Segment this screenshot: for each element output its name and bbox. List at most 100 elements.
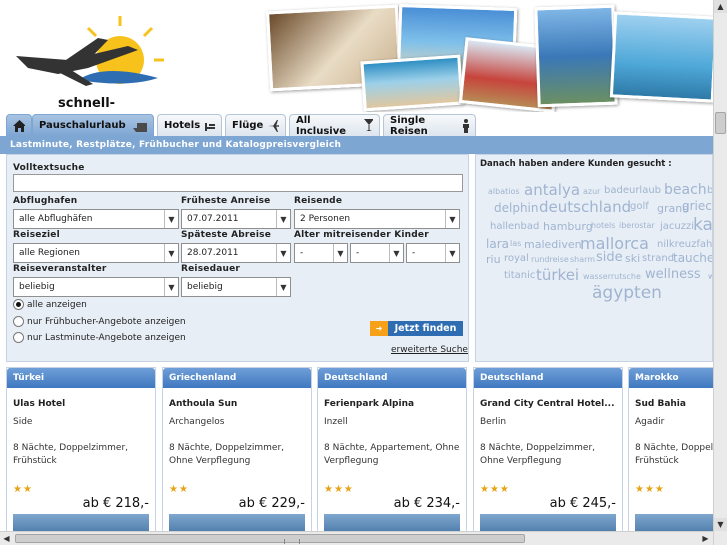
offer-price[interactable]: ab € 245,- bbox=[550, 496, 616, 511]
horizontal-scrollbar[interactable]: ◀ ▶ bbox=[0, 531, 713, 545]
child-age-select-1[interactable]: - ▼ bbox=[294, 243, 348, 263]
offer-hotel-name[interactable]: Ulas Hotel bbox=[13, 399, 65, 409]
offer-price[interactable]: ab € 234,- bbox=[394, 496, 460, 511]
offer-body: Anthoula Sun Archangelos 8 Nächte, Doppelz… bbox=[163, 388, 311, 545]
earliest-date-select[interactable]: 07.07.2011 ▼ bbox=[181, 209, 291, 229]
offer-card[interactable]: Marokko Sud Bahia Agadir 8 Nächte, Doppelzi… bbox=[628, 367, 713, 545]
logo-text: schnell-weg.de bbox=[58, 96, 116, 112]
offer-region[interactable]: Türkei bbox=[7, 368, 155, 388]
offer-hotel-name[interactable]: Grand City Central Hotel... bbox=[480, 399, 615, 409]
tag-link[interactable]: deutschland bbox=[539, 198, 631, 216]
offer-body: Ferienpark Alpina Inzell 8 Nächte, Apparte… bbox=[318, 388, 466, 545]
vertical-scrollbar[interactable]: ▲ ▼ bbox=[713, 0, 727, 545]
offer-hotel-name[interactable]: Sud Bahia bbox=[635, 399, 686, 409]
offer-card[interactable]: Türkei Ulas Hotel Side 8 Nächte, Doppelzimm… bbox=[6, 367, 156, 545]
tag-link[interactable]: strand bbox=[642, 253, 674, 264]
children-label: Alter mitreisender Kinder bbox=[294, 230, 429, 240]
tag-link[interactable]: tauche bbox=[673, 251, 712, 265]
offer-price[interactable]: ab € 218,- bbox=[83, 496, 149, 511]
offer-hotel-name[interactable]: Anthoula Sun bbox=[169, 399, 237, 409]
tag-link[interactable]: side bbox=[596, 250, 623, 265]
tab-all-inclusive[interactable]: All Inclusive bbox=[289, 114, 380, 137]
radio-early-booking[interactable]: nur Frühbucher-Angebote anzeigen bbox=[13, 316, 186, 327]
star-rating-icon: ★★★ bbox=[324, 484, 354, 495]
tag-link[interactable]: riu bbox=[486, 253, 501, 266]
scroll-right-icon[interactable]: ▶ bbox=[699, 532, 712, 545]
departure-select[interactable]: alle Abflughäfen ▼ bbox=[13, 209, 179, 229]
radio-button[interactable] bbox=[13, 299, 24, 310]
offer-price[interactable]: ab € 229,- bbox=[239, 496, 305, 511]
tag-link[interactable]: beach bbox=[664, 182, 707, 198]
search-submit-button[interactable]: ➜ Jetzt finden bbox=[370, 321, 463, 336]
offer-city: Side bbox=[13, 417, 33, 427]
tag-link[interactable]: golf bbox=[630, 201, 649, 212]
travelers-select[interactable]: 2 Personen ▼ bbox=[294, 209, 460, 229]
tag-link[interactable]: hallenbad bbox=[490, 221, 539, 232]
scroll-left-icon[interactable]: ◀ bbox=[0, 532, 13, 545]
offer-card[interactable]: Deutschland Ferienpark Alpina Inzell 8 Näch… bbox=[317, 367, 467, 545]
tab-fluege[interactable]: Flüge bbox=[225, 114, 286, 136]
tag-link[interactable]: albatios bbox=[488, 187, 520, 196]
tag-link[interactable]: lara bbox=[486, 237, 509, 251]
tag-link[interactable]: azur bbox=[583, 187, 600, 196]
child-age-select-2[interactable]: - ▼ bbox=[350, 243, 404, 263]
tag-link[interactable]: royal bbox=[504, 253, 529, 264]
tag-link[interactable]: antalya bbox=[524, 181, 580, 199]
offer-region[interactable]: Griechenland bbox=[163, 368, 311, 388]
tab-home[interactable] bbox=[6, 114, 32, 136]
tag-link[interactable]: nilkreuzfah bbox=[657, 239, 712, 250]
latest-date-select[interactable]: 28.07.2011 ▼ bbox=[181, 243, 291, 263]
tag-link[interactable]: türkei bbox=[536, 266, 579, 284]
tag-link[interactable]: griec bbox=[682, 199, 712, 213]
tag-link[interactable]: iberostar bbox=[619, 221, 655, 230]
radio-last-minute[interactable]: nur Lastminute-Angebote anzeigen bbox=[13, 332, 186, 343]
arrow-right-icon: ➜ bbox=[370, 321, 388, 336]
tag-link[interactable]: wellness bbox=[645, 267, 701, 282]
advanced-search-link[interactable]: erweiterte Suche bbox=[391, 345, 468, 355]
tag-link[interactable]: badeurlaub bbox=[604, 185, 661, 196]
duration-select[interactable]: beliebig ▼ bbox=[181, 277, 291, 297]
departure-label: Abflughafen bbox=[13, 196, 78, 206]
search-form: Volltextsuche Abflughafen alle Abflughäf… bbox=[6, 154, 469, 362]
tag-link[interactable]: ägypten bbox=[592, 283, 662, 303]
chevron-down-icon: ▼ bbox=[445, 244, 459, 262]
tag-link[interactable]: rundreise bbox=[531, 255, 569, 264]
tag-link[interactable]: hamburg bbox=[543, 220, 593, 233]
scroll-up-icon[interactable]: ▲ bbox=[714, 0, 727, 13]
tag-link[interactable]: jacuzzi bbox=[660, 221, 694, 232]
tab-pauschalurlaub[interactable]: Pauschalurlaub bbox=[32, 114, 154, 136]
offer-region[interactable]: Marokko bbox=[629, 368, 713, 388]
fulltext-input[interactable] bbox=[13, 174, 463, 192]
tag-link[interactable]: ski bbox=[625, 252, 640, 265]
offer-region[interactable]: Deutschland bbox=[318, 368, 466, 388]
scroll-down-icon[interactable]: ▼ bbox=[714, 518, 727, 531]
tag-link[interactable]: wasserrutsche bbox=[583, 272, 641, 281]
travelers-label: Reisende bbox=[294, 196, 343, 206]
tag-link[interactable]: malediven bbox=[524, 238, 582, 251]
tag-link[interactable]: ka bbox=[693, 215, 712, 235]
logo[interactable]: schnell-weg.de bbox=[8, 8, 168, 112]
operator-select[interactable]: beliebig ▼ bbox=[13, 277, 179, 297]
scrollbar-thumb[interactable] bbox=[715, 112, 726, 134]
tag-link[interactable]: sharm bbox=[570, 255, 595, 264]
offer-card[interactable]: Griechenland Anthoula Sun Archangelos 8 Näc… bbox=[162, 367, 312, 545]
destination-select[interactable]: alle Regionen ▼ bbox=[13, 243, 179, 263]
tag-link[interactable]: titanic bbox=[504, 270, 535, 281]
tab-hotels[interactable]: Hotels bbox=[157, 114, 222, 136]
radio-all-offers[interactable]: alle anzeigen bbox=[13, 299, 87, 310]
tag-cloud: Danach haben andere Kunden gesucht : alb… bbox=[475, 154, 713, 362]
scrollbar-thumb[interactable] bbox=[15, 534, 525, 544]
tab-single-reisen[interactable]: Single Reisen bbox=[383, 114, 476, 137]
radio-button[interactable] bbox=[13, 332, 24, 343]
radio-button[interactable] bbox=[13, 316, 24, 327]
tag-link[interactable]: hotels bbox=[591, 221, 615, 230]
offer-region[interactable]: Deutschland bbox=[474, 368, 622, 388]
offer-hotel-name[interactable]: Ferienpark Alpina bbox=[324, 399, 414, 409]
child-age-select-3[interactable]: - ▼ bbox=[406, 243, 460, 263]
tag-link[interactable]: las bbox=[510, 239, 521, 248]
child-age-value: - bbox=[356, 248, 360, 258]
tag-link[interactable]: delphin bbox=[494, 201, 539, 215]
offer-description: 8 Nächte, Doppelzimmer, Frühstück bbox=[13, 443, 129, 466]
offer-card[interactable]: Deutschland Grand City Central Hotel... Be… bbox=[473, 367, 623, 545]
offer-description: 8 Nächte, Doppelzimmer, Ohne Verpflegung bbox=[480, 443, 596, 466]
